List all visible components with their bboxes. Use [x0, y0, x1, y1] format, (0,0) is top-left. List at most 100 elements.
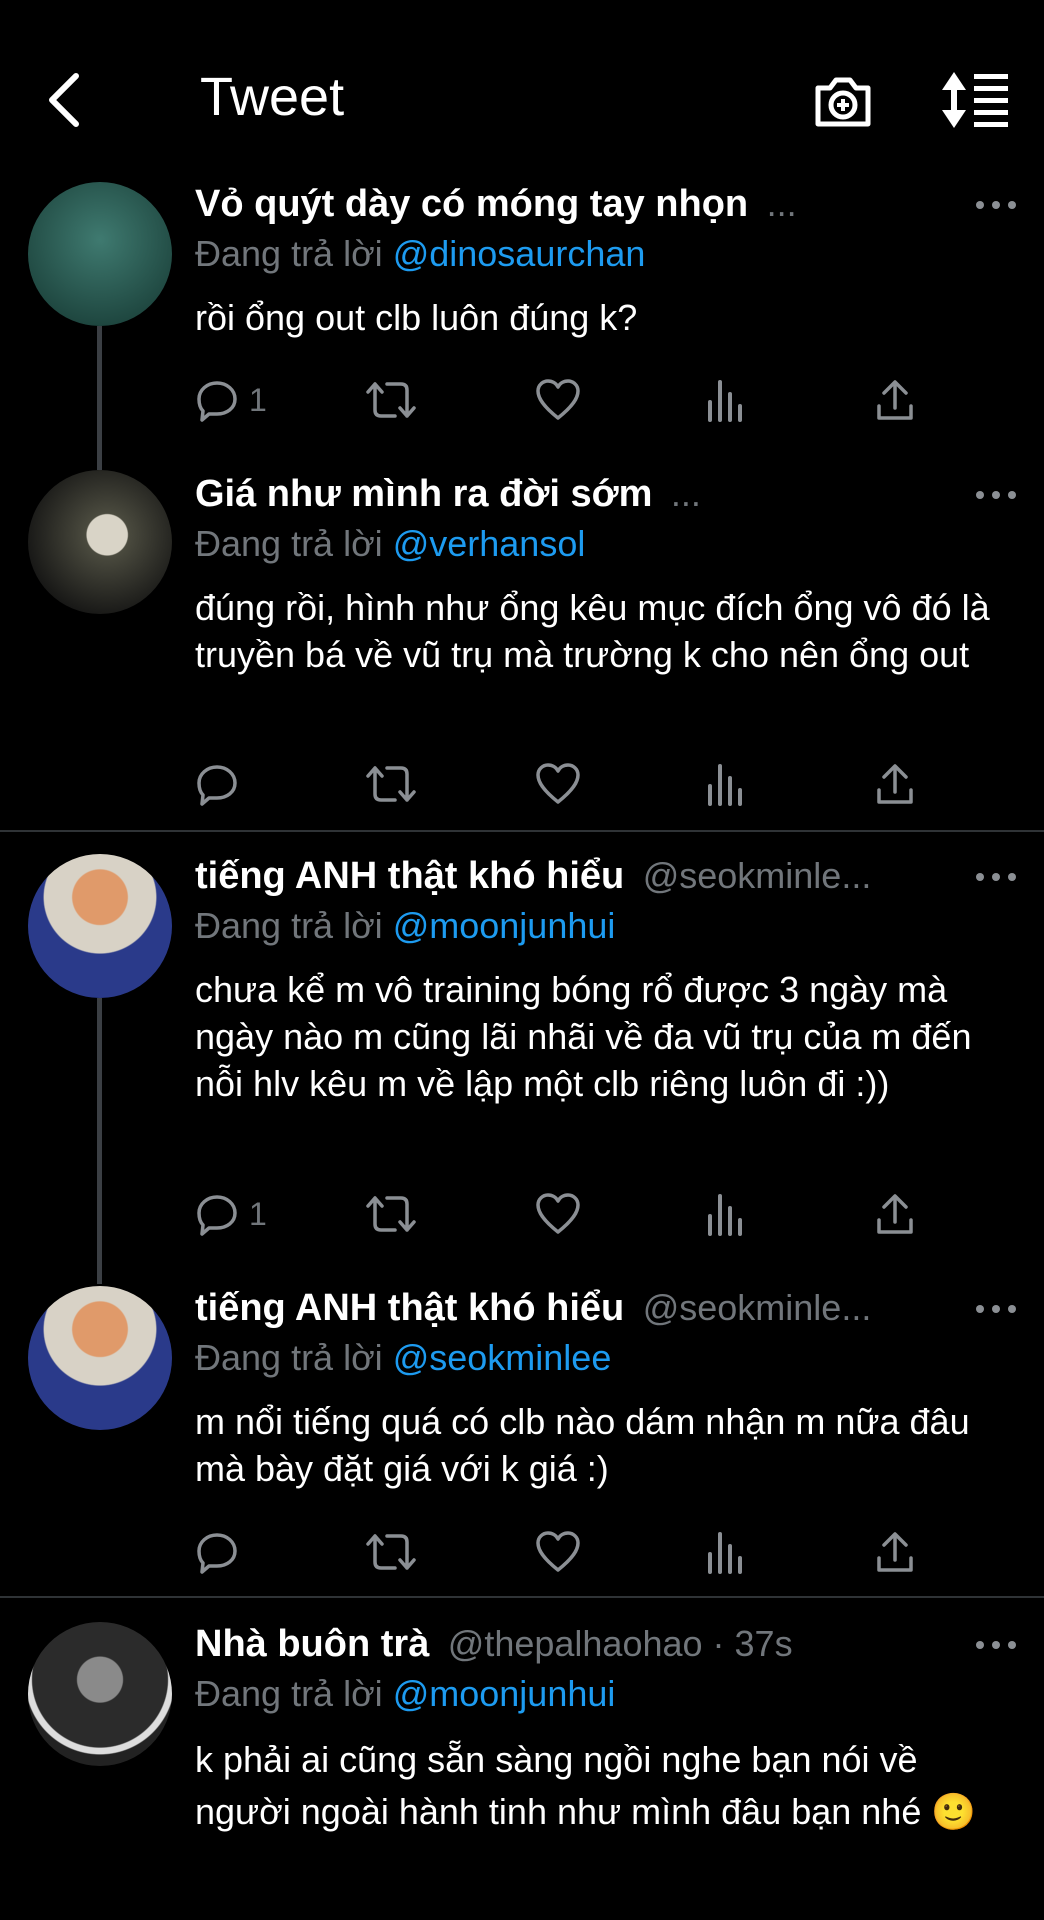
heart-icon	[536, 1193, 580, 1234]
reply-button[interactable]	[195, 760, 249, 808]
reply-to-link[interactable]: @seokminlee	[393, 1337, 612, 1378]
reply-to-link[interactable]: @moonjunhui	[393, 905, 616, 946]
retweet-button[interactable]	[365, 760, 417, 808]
reply-to-link[interactable]: @moonjunhui	[393, 1673, 616, 1714]
views-icon	[708, 764, 742, 806]
reply-context: Đang trả lời @moonjunhui	[195, 905, 615, 947]
like-button[interactable]	[535, 376, 581, 424]
share-icon	[877, 380, 913, 420]
views-button[interactable]	[705, 760, 745, 808]
display-name[interactable]: tiếng ANH thật khó hiểu	[195, 1287, 624, 1329]
views-button[interactable]	[705, 1528, 745, 1576]
reply-button[interactable]: 1	[195, 376, 267, 424]
reply-icon	[197, 765, 237, 806]
top-bar: Tweet	[0, 0, 1044, 190]
share-button[interactable]	[875, 1528, 915, 1576]
tweet-2[interactable]: Giá như mình ra đời sớm ... Đang trả lời…	[0, 470, 1044, 830]
reply-label: Đang trả lời	[195, 523, 383, 564]
like-button[interactable]	[535, 1190, 581, 1238]
avatar[interactable]	[28, 470, 172, 614]
share-icon	[877, 764, 913, 804]
retweet-icon	[366, 1534, 416, 1570]
like-button[interactable]	[535, 1528, 581, 1576]
tweet-text: đúng rồi, hình như ổng kêu mục đích ổng …	[195, 587, 990, 675]
avatar[interactable]	[28, 1286, 172, 1430]
retweet-button[interactable]	[365, 1528, 417, 1576]
views-button[interactable]	[705, 376, 745, 424]
reply-label: Đang trả lời	[195, 1337, 383, 1378]
reply-label: Đang trả lời	[195, 1673, 383, 1714]
more-options-icon[interactable]	[974, 195, 1018, 215]
sort-list-icon[interactable]	[940, 70, 1012, 130]
display-name[interactable]: tiếng ANH thật khó hiểu	[195, 855, 624, 897]
heart-icon	[536, 763, 580, 804]
share-icon	[877, 1194, 913, 1234]
tweet-text: rồi ổng out clb luôn đúng k?	[195, 297, 638, 338]
user-handle[interactable]: @seokminle...	[643, 1287, 872, 1328]
page-title: Tweet	[200, 67, 345, 127]
views-icon	[708, 1194, 742, 1236]
back-arrow-icon[interactable]	[40, 70, 90, 130]
tweet-3[interactable]: tiếng ANH thật khó hiểu @seokminle... Đa…	[0, 852, 1044, 1284]
reply-button[interactable]	[195, 1528, 249, 1576]
tweet-5[interactable]: Nhà buôn trà @thepalhaohao · 37s Đang tr…	[0, 1620, 1044, 1920]
thread-line	[97, 326, 102, 470]
views-button[interactable]	[705, 1190, 745, 1238]
reply-context: Đang trả lời @dinosaurchan	[195, 233, 645, 275]
share-button[interactable]	[875, 376, 915, 424]
action-bar	[195, 1528, 915, 1576]
action-bar: 1	[195, 1190, 915, 1238]
views-icon	[708, 380, 742, 422]
like-button[interactable]	[535, 760, 581, 808]
heart-icon	[536, 1531, 580, 1572]
more-options-icon[interactable]	[974, 867, 1018, 887]
display-name[interactable]: Vỏ quýt dày có móng tay nhọn	[195, 183, 748, 225]
reply-to-link[interactable]: @verhansol	[393, 523, 586, 564]
heart-icon	[536, 379, 580, 420]
avatar[interactable]	[28, 1622, 172, 1766]
avatar[interactable]	[28, 182, 172, 326]
action-bar: 1	[195, 376, 915, 424]
retweet-icon	[366, 382, 416, 418]
reply-button[interactable]: 1	[195, 1190, 267, 1238]
tweet-text: k phải ai cũng sẵn sàng ngồi nghe bạn nó…	[195, 1739, 977, 1832]
more-options-icon[interactable]	[974, 1299, 1018, 1319]
reply-icon	[197, 1195, 237, 1236]
divider	[0, 1596, 1044, 1598]
display-name[interactable]: Giá như mình ra đời sớm	[195, 473, 652, 515]
more-options-icon[interactable]	[974, 1635, 1018, 1655]
reply-context: Đang trả lời @verhansol	[195, 523, 585, 565]
retweet-button[interactable]	[365, 1190, 417, 1238]
share-button[interactable]	[875, 760, 915, 808]
share-button[interactable]	[875, 1190, 915, 1238]
reply-label: Đang trả lời	[195, 905, 383, 946]
reply-icon	[197, 1533, 237, 1574]
user-handle[interactable]: @seokminle...	[643, 855, 872, 896]
reply-context: Đang trả lời @seokminlee	[195, 1337, 611, 1379]
retweet-icon	[366, 766, 416, 802]
reply-count: 1	[249, 1195, 267, 1232]
camera-plus-icon[interactable]	[812, 70, 874, 130]
share-icon	[877, 1532, 913, 1572]
tweet-1[interactable]: Vỏ quýt dày có móng tay nhọn ... Đang tr…	[0, 180, 1044, 470]
divider	[0, 830, 1044, 832]
action-bar	[195, 760, 915, 808]
reply-context: Đang trả lời @moonjunhui	[195, 1673, 615, 1715]
thread-line	[97, 998, 102, 1284]
tweet-4[interactable]: tiếng ANH thật khó hiểu @seokminle... Đa…	[0, 1284, 1044, 1596]
reply-label: Đang trả lời	[195, 233, 383, 274]
reply-count: 1	[249, 381, 267, 418]
user-handle[interactable]: ...	[767, 183, 797, 224]
user-handle[interactable]: ...	[671, 473, 701, 514]
display-name[interactable]: Nhà buôn trà	[195, 1623, 429, 1665]
avatar[interactable]	[28, 854, 172, 998]
tweet-text: chưa kể m vô training bóng rổ được 3 ngà…	[195, 969, 972, 1104]
views-icon	[708, 1532, 742, 1574]
reply-icon	[197, 381, 237, 422]
user-handle[interactable]: @thepalhaohao · 37s	[448, 1623, 793, 1664]
retweet-button[interactable]	[365, 376, 417, 424]
tweet-text: m nổi tiếng quá có clb nào dám nhận m nữ…	[195, 1401, 970, 1489]
more-options-icon[interactable]	[974, 485, 1018, 505]
reply-to-link[interactable]: @dinosaurchan	[393, 233, 646, 274]
retweet-icon	[366, 1196, 416, 1232]
